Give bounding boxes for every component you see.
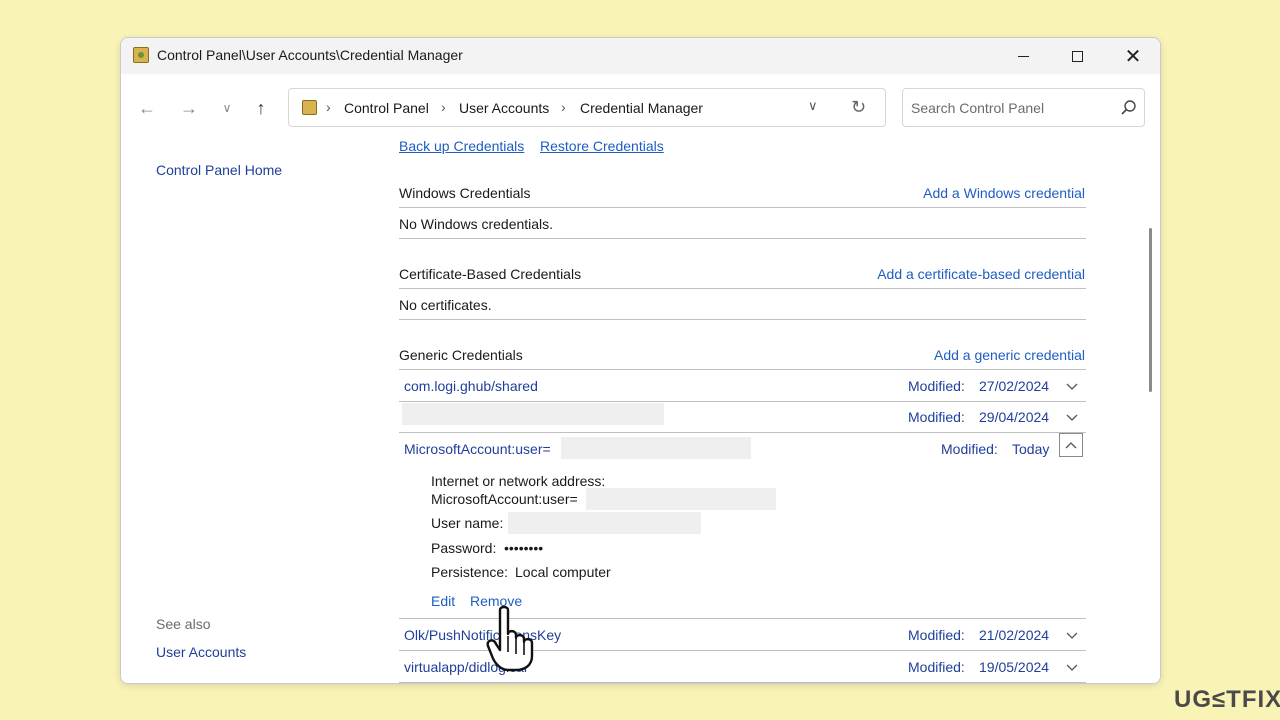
- password-value: ••••••••: [504, 540, 544, 556]
- divider: [399, 682, 1086, 683]
- modified-date: Today: [1012, 441, 1050, 457]
- close-button[interactable]: ✕: [1105, 38, 1160, 74]
- modified-label: Modified:: [908, 378, 965, 394]
- arrow-up-icon: ↑: [256, 97, 266, 118]
- arrow-left-icon: ←: [138, 97, 156, 118]
- credential-row-name[interactable]: com.logi.ghub/shared: [404, 378, 538, 394]
- minimize-icon: [1017, 55, 1029, 57]
- divider: [399, 238, 1086, 239]
- restore-credentials-link[interactable]: Restore Credentials: [540, 138, 664, 154]
- divider: [399, 207, 1086, 208]
- forward-button[interactable]: →: [175, 96, 203, 120]
- chevron-down-icon[interactable]: [1065, 380, 1079, 394]
- main-content: Control Panel Home See also User Account…: [121, 138, 1160, 683]
- redacted-credential-name[interactable]: [402, 403, 664, 425]
- divider: [399, 401, 1086, 402]
- modified-label: Modified:: [908, 627, 965, 643]
- generic-credentials-heading: Generic Credentials: [399, 347, 523, 363]
- credential-manager-window: Control Panel\User Accounts\Credential M…: [120, 37, 1161, 684]
- modified-date: 29/04/2024: [979, 409, 1050, 425]
- maximize-icon: [1071, 50, 1083, 62]
- address-value: MicrosoftAccount:user=: [431, 491, 578, 507]
- redacted-text: [586, 488, 776, 510]
- divider: [399, 319, 1086, 320]
- address-label: Internet or network address:: [431, 473, 606, 489]
- redacted-text: [561, 437, 751, 459]
- search-input[interactable]: [911, 98, 1111, 118]
- close-icon: ✕: [1124, 45, 1142, 68]
- username-label: User name:: [431, 515, 504, 531]
- password-label: Password:: [431, 540, 497, 556]
- chevron-down-icon: ∨: [222, 101, 232, 115]
- credential-row-name[interactable]: MicrosoftAccount:user=: [404, 441, 551, 457]
- search-icon[interactable]: [1120, 99, 1138, 117]
- scrollbar-thumb[interactable]: [1149, 228, 1152, 392]
- redacted-text: [508, 512, 701, 534]
- persistence-value: Local computer: [515, 564, 611, 580]
- add-generic-credential-link[interactable]: Add a generic credential: [934, 347, 1085, 363]
- up-button[interactable]: ↑: [247, 96, 275, 120]
- collapse-button[interactable]: [1059, 433, 1083, 457]
- search-box[interactable]: [902, 88, 1145, 127]
- edit-link[interactable]: Edit: [431, 593, 455, 609]
- user-accounts-link[interactable]: User Accounts: [156, 644, 246, 660]
- modified-label: Modified:: [908, 659, 965, 675]
- breadcrumb-separator-icon: ›: [326, 99, 331, 115]
- modified-date: 19/05/2024: [979, 659, 1050, 675]
- add-certificate-credential-link[interactable]: Add a certificate-based credential: [877, 266, 1085, 282]
- divider: [399, 432, 1086, 433]
- chevron-down-icon[interactable]: [1065, 411, 1079, 425]
- modified-date: 27/02/2024: [979, 378, 1050, 394]
- chevron-up-icon: [1065, 442, 1077, 449]
- chevron-down-icon[interactable]: [1065, 629, 1079, 643]
- no-certificates-text: No certificates.: [399, 297, 492, 313]
- brand-logo: UG≤TFIX: [1174, 686, 1280, 713]
- breadcrumb-control-panel[interactable]: Control Panel: [344, 100, 429, 116]
- address-bar[interactable]: › Control Panel › User Accounts › Creden…: [288, 88, 886, 127]
- arrow-right-icon: →: [180, 97, 198, 118]
- breadcrumb-user-accounts[interactable]: User Accounts: [459, 100, 549, 116]
- scrollbar-track[interactable]: [1145, 140, 1157, 683]
- window-title: Control Panel\User Accounts\Credential M…: [157, 47, 463, 63]
- recent-locations-button[interactable]: ∨: [213, 96, 241, 120]
- backup-credentials-link[interactable]: Back up Credentials: [399, 138, 524, 154]
- control-panel-icon: [133, 47, 149, 63]
- no-windows-credentials-text: No Windows credentials.: [399, 216, 554, 232]
- maximize-button[interactable]: [1049, 38, 1105, 74]
- title-bar: Control Panel\User Accounts\Credential M…: [121, 38, 1160, 74]
- breadcrumb-separator-icon: ›: [441, 99, 446, 115]
- divider: [399, 288, 1086, 289]
- windows-credentials-heading: Windows Credentials: [399, 185, 531, 201]
- refresh-icon[interactable]: ↻: [851, 97, 866, 118]
- back-button[interactable]: ←: [133, 96, 161, 120]
- control-panel-icon: [302, 100, 317, 115]
- modified-label: Modified:: [908, 409, 965, 425]
- minimize-button[interactable]: [995, 38, 1051, 74]
- breadcrumb-separator-icon: ›: [561, 99, 566, 115]
- address-dropdown-icon[interactable]: ∨: [808, 98, 818, 114]
- modified-date: 21/02/2024: [979, 627, 1050, 643]
- divider: [399, 369, 1086, 370]
- control-panel-home-link[interactable]: Control Panel Home: [156, 162, 282, 178]
- hand-pointer-icon: [486, 605, 534, 672]
- breadcrumb-credential-manager[interactable]: Credential Manager: [580, 100, 703, 116]
- persistence-label: Persistence:: [431, 564, 509, 580]
- chevron-down-icon[interactable]: [1065, 661, 1079, 675]
- see-also-label: See also: [156, 616, 211, 632]
- certificate-credentials-heading: Certificate-Based Credentials: [399, 266, 582, 282]
- modified-label: Modified:: [941, 441, 998, 457]
- navigation-bar: ← → ∨ ↑ › Control Panel › User Accounts …: [121, 74, 1160, 140]
- add-windows-credential-link[interactable]: Add a Windows credential: [923, 185, 1085, 201]
